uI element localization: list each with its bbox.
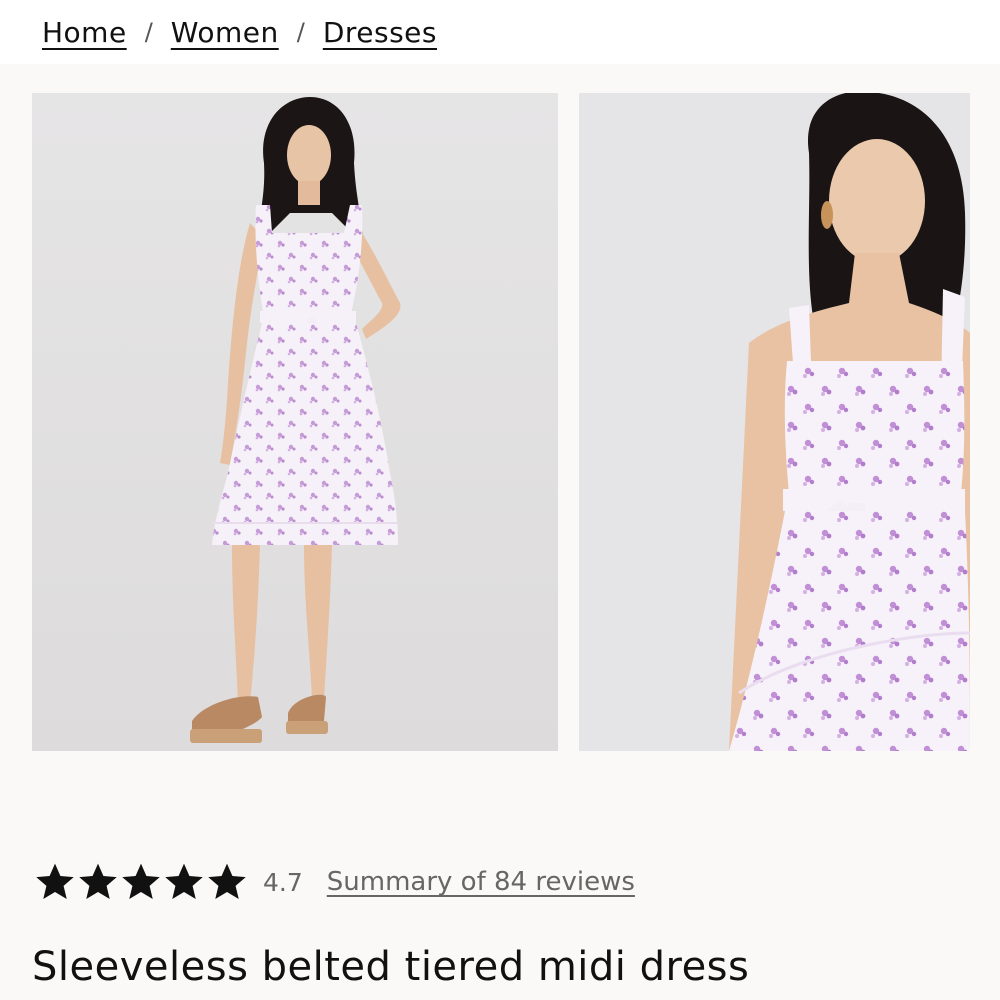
star-icon	[122, 863, 160, 899]
model-full-length-illustration	[32, 93, 558, 751]
star-icon	[79, 863, 117, 899]
star-rating	[34, 861, 249, 903]
product-image-closeup[interactable]	[579, 93, 970, 751]
breadcrumb-home-link[interactable]: Home	[42, 16, 127, 49]
model-closeup-illustration	[579, 93, 970, 751]
product-image-gallery	[32, 93, 970, 751]
product-rating: 4.7 Summary of 84 reviews	[34, 857, 635, 907]
product-page: Home / Women / Dresses 4.7 Summary of 84…	[0, 0, 1000, 1000]
star-icon	[165, 863, 203, 899]
reviews-summary-link[interactable]: Summary of 84 reviews	[327, 867, 635, 897]
breadcrumb-women-link[interactable]: Women	[171, 16, 279, 49]
breadcrumb: Home / Women / Dresses	[0, 0, 1000, 64]
rating-value: 4.7	[263, 867, 303, 897]
star-icon	[36, 863, 74, 899]
breadcrumb-dresses-link[interactable]: Dresses	[323, 16, 437, 49]
product-image-full-length[interactable]	[32, 93, 558, 751]
breadcrumb-separator: /	[296, 18, 305, 46]
product-content: 4.7 Summary of 84 reviews Sleeveless bel…	[0, 64, 1000, 1000]
product-title: Sleeveless belted tiered midi dress	[32, 944, 750, 990]
star-icon	[208, 863, 246, 899]
breadcrumb-separator: /	[144, 18, 153, 46]
